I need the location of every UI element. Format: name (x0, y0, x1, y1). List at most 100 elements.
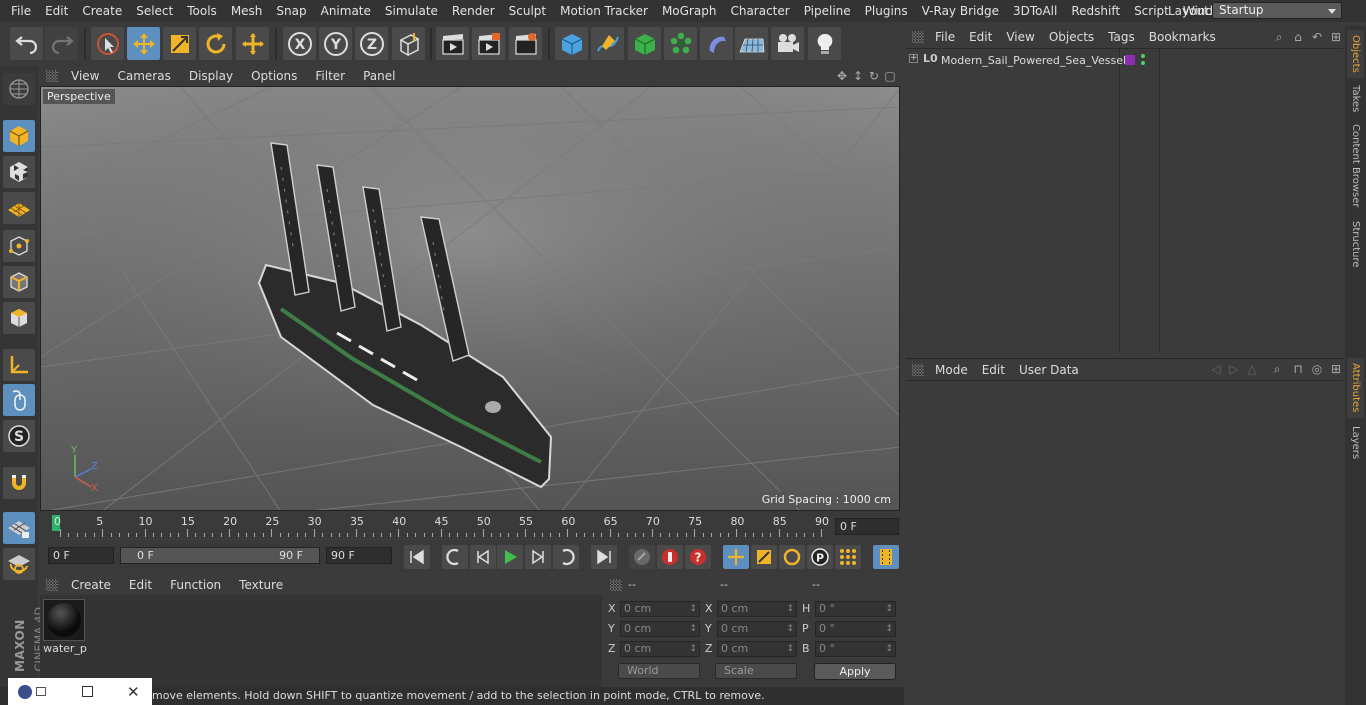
coord-value-field[interactable]: 0 ° (815, 641, 896, 657)
expand-icon[interactable]: + (909, 54, 918, 63)
menu-snap[interactable]: Snap (269, 0, 313, 22)
coord-value-field[interactable]: 0 ° (815, 601, 896, 617)
cloner-button[interactable] (664, 27, 697, 60)
start-frame-field[interactable]: 0 F (48, 547, 114, 564)
keyframe-selection-button[interactable]: ? (685, 545, 711, 569)
recent-tool-button[interactable] (236, 27, 269, 60)
menu-3dtoall[interactable]: 3DToAll (1006, 0, 1064, 22)
material-name[interactable]: water_p (42, 642, 88, 655)
rotate-button[interactable] (199, 27, 232, 60)
object-menu-tags[interactable]: Tags (1101, 30, 1142, 44)
menu-motion-tracker[interactable]: Motion Tracker (553, 0, 655, 22)
material-menu-edit[interactable]: Edit (120, 578, 161, 592)
model-mode-button[interactable] (3, 120, 35, 152)
menu-mograph[interactable]: MoGraph (655, 0, 724, 22)
object-name[interactable]: Modern_Sail_Powered_Sea_Vessel (941, 54, 1126, 67)
y-axis-lock-button[interactable]: Y (319, 27, 352, 60)
menu-render[interactable]: Render (445, 0, 502, 22)
apply-button[interactable]: Apply (814, 663, 896, 680)
menu-animate[interactable]: Animate (314, 0, 378, 22)
key-rotation-button[interactable] (779, 545, 805, 569)
menu-v-ray-bridge[interactable]: V-Ray Bridge (915, 0, 1006, 22)
new-panel-icon[interactable]: ⊞ (1329, 30, 1343, 44)
z-axis-lock-button[interactable]: Z (355, 27, 388, 60)
deformer-button[interactable] (700, 27, 733, 60)
x-axis-lock-button[interactable]: X (283, 27, 316, 60)
menu-file[interactable]: File (4, 0, 38, 22)
object-menu-bookmarks[interactable]: Bookmarks (1142, 30, 1223, 44)
render-visibility-dot[interactable] (1141, 61, 1145, 65)
coord-value-field[interactable]: 0 cm (717, 641, 797, 657)
menu-edit[interactable]: Edit (38, 0, 75, 22)
tab-objects[interactable]: Objects (1347, 30, 1364, 78)
render-picture-viewer-button[interactable] (472, 27, 505, 60)
layer-color-swatch[interactable] (1125, 55, 1135, 65)
coordinate-space-dropdown[interactable]: World (618, 663, 700, 679)
search-icon[interactable]: ⌕ (1270, 362, 1284, 376)
next-key-button[interactable] (553, 545, 579, 569)
object-menu-edit[interactable]: Edit (962, 30, 999, 44)
close-icon[interactable]: ✕ (127, 683, 140, 701)
menu-mesh[interactable]: Mesh (224, 0, 270, 22)
forward-arrow-icon[interactable]: ▷ (1227, 362, 1241, 376)
object-menu-file[interactable]: File (928, 30, 962, 44)
coord-value-field[interactable]: 0 cm (620, 601, 700, 617)
move-button[interactable] (127, 27, 160, 60)
target-icon[interactable]: ◎ (1310, 362, 1324, 376)
menu-select[interactable]: Select (129, 0, 180, 22)
viewport-menu-display[interactable]: Display (180, 69, 242, 83)
point-mode-button[interactable] (3, 230, 35, 262)
polygon-mode-button[interactable] (3, 302, 35, 334)
key-position-button[interactable] (723, 545, 749, 569)
record-active-button[interactable] (629, 545, 655, 569)
go-to-end-button[interactable] (591, 545, 617, 569)
coord-value-field[interactable]: 0 cm (620, 621, 700, 637)
viewport-pan-icon[interactable]: ↕ (851, 69, 865, 83)
restore-icon[interactable] (36, 687, 46, 696)
viewport-menu-filter[interactable]: Filter (306, 69, 354, 83)
viewport-perspective[interactable]: Y Z X Perspective Grid Spacing : 1000 cm (40, 86, 900, 511)
viewport-rotate-icon[interactable]: ↻ (867, 69, 881, 83)
previous-frame-button[interactable] (470, 545, 496, 569)
snap-button[interactable] (3, 467, 35, 499)
search-icon[interactable]: ⌕ (1272, 30, 1286, 44)
attribute-menu-mode[interactable]: Mode (928, 363, 975, 377)
key-scale-button[interactable] (751, 545, 777, 569)
edge-mode-button[interactable] (3, 266, 35, 298)
coordinate-system-button[interactable] (392, 27, 425, 60)
viewport-menu-options[interactable]: Options (242, 69, 306, 83)
camera-button[interactable] (771, 27, 804, 60)
size-mode-dropdown[interactable]: Scale (715, 663, 797, 679)
viewport-menu-view[interactable]: View (62, 69, 108, 83)
tab-layers[interactable]: Layers (1347, 422, 1364, 464)
timeline-window-button[interactable] (873, 545, 899, 569)
attribute-menu-edit[interactable]: Edit (975, 363, 1012, 377)
material-menu-texture[interactable]: Texture (230, 578, 292, 592)
attribute-menu-user-data[interactable]: User Data (1012, 363, 1086, 377)
layout-select[interactable]: Startup (1212, 2, 1342, 19)
enable-snap-button[interactable] (3, 512, 35, 544)
key-pla-button[interactable] (835, 545, 861, 569)
menu-plugins[interactable]: Plugins (858, 0, 915, 22)
coord-value-field[interactable]: 0 cm (717, 621, 797, 637)
up-arrow-icon[interactable]: △ (1245, 362, 1259, 376)
undo-button[interactable] (10, 27, 43, 60)
viewport-menu-cameras[interactable]: Cameras (108, 69, 179, 83)
menu-simulate[interactable]: Simulate (378, 0, 445, 22)
scale-button[interactable] (163, 27, 196, 60)
back-icon[interactable]: ↶ (1310, 30, 1324, 44)
render-settings-button[interactable] (509, 27, 542, 60)
editor-visibility-dot[interactable] (1141, 54, 1145, 58)
home-icon[interactable]: ⌂ (1291, 30, 1305, 44)
next-frame-button[interactable] (525, 545, 551, 569)
key-parameter-button[interactable]: P (807, 545, 833, 569)
quantize-button[interactable] (3, 548, 35, 580)
autokey-button[interactable] (657, 545, 683, 569)
redo-button[interactable] (45, 27, 78, 60)
viewport-menu-panel[interactable]: Panel (354, 69, 404, 83)
coord-value-field[interactable]: 0 ° (815, 621, 896, 637)
maximize-icon[interactable] (82, 686, 93, 697)
go-to-start-button[interactable] (404, 545, 430, 569)
previous-key-button[interactable] (442, 545, 468, 569)
live-selection-button[interactable] (91, 27, 124, 60)
